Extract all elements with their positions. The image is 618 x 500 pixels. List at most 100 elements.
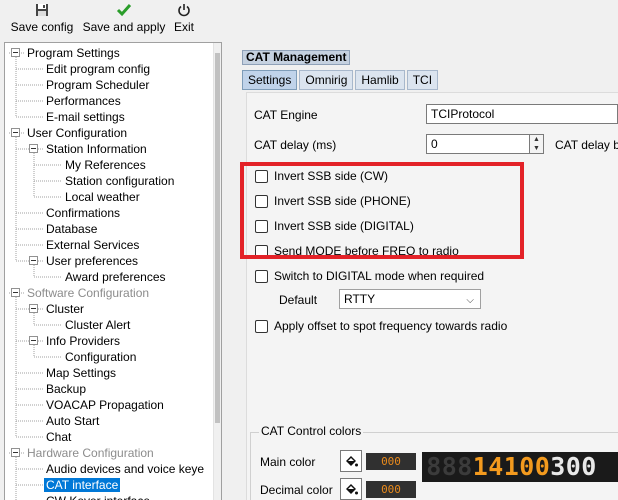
apply-offset-checkbox[interactable]: Apply offset to spot frequency towards r…	[255, 318, 507, 334]
decimal-color-label: Decimal color	[260, 483, 333, 497]
toolbar: Save config Save and apply Exit	[0, 0, 618, 38]
tree-item-label: Software Configuration	[27, 286, 150, 300]
tree-item[interactable]: CW Keyer interface	[46, 493, 150, 500]
tree-item[interactable]: Chat	[46, 429, 71, 445]
tree-item[interactable]: Map Settings	[46, 365, 116, 381]
tree-item[interactable]: Cluster Alert	[65, 317, 130, 333]
collapse-toggle-icon[interactable]	[29, 304, 38, 313]
tree-scrollbar[interactable]	[213, 43, 221, 500]
tree-item-label: Configuration	[65, 350, 137, 364]
collapse-toggle-icon[interactable]	[29, 336, 38, 345]
tree-item-label: Local weather	[65, 190, 140, 204]
switch-to-digital-checkbox[interactable]: Switch to DIGITAL mode when required	[255, 268, 484, 284]
main-color-picker-button[interactable]	[340, 450, 362, 472]
tree-item-label: CAT interface	[44, 478, 121, 492]
cat-delay-field[interactable]: 0	[426, 134, 530, 154]
tree-item[interactable]: Database	[46, 221, 97, 237]
save-and-apply-button[interactable]: Save and apply	[82, 2, 166, 36]
group-title: CAT Control colors	[259, 424, 364, 438]
cat-delay-b-label: CAT delay b	[555, 138, 618, 152]
tree-item[interactable]: Backup	[46, 381, 86, 397]
tree-item[interactable]: CAT interface	[44, 477, 121, 493]
display-digit: 1	[503, 452, 519, 481]
tree-item-label: Cluster	[46, 302, 85, 316]
display-digit: 1	[472, 452, 488, 481]
decimal-color-picker-button[interactable]	[340, 478, 362, 500]
collapse-toggle-icon[interactable]	[29, 144, 38, 153]
tree-item[interactable]: Info Providers	[46, 333, 120, 349]
tree-item[interactable]: VOACAP Propagation	[46, 397, 164, 413]
checkbox-box[interactable]	[255, 269, 268, 283]
cat-engine-field[interactable]: TCIProtocol	[426, 104, 618, 124]
tree-item-label: External Services	[46, 238, 140, 252]
cat-delay-spinner[interactable]: ▲ ▼	[530, 134, 544, 154]
tree-item[interactable]: Software Configuration	[27, 285, 149, 301]
tab-bar: Settings Omnirig Hamlib TCI	[242, 70, 440, 90]
tree-item[interactable]: Station Information	[46, 141, 147, 157]
exit-label: Exit	[173, 20, 194, 34]
collapse-toggle-icon[interactable]	[29, 256, 38, 265]
tree-item-label: Station configuration	[65, 174, 175, 188]
display-digit: 3	[550, 452, 566, 481]
tree-item-label: Performances	[46, 94, 121, 108]
tree-item[interactable]: Performances	[46, 93, 121, 109]
collapse-toggle-icon[interactable]	[11, 48, 20, 57]
display-digit: 4	[488, 452, 504, 481]
default-mode-select[interactable]: RTTY ⌵	[339, 289, 481, 309]
tree-item[interactable]: External Services	[46, 237, 139, 253]
tree-item-label: Station Information	[46, 142, 147, 156]
display-digit: 0	[534, 452, 550, 481]
checkbox-box[interactable]	[255, 319, 268, 333]
tree-item[interactable]: Station configuration	[65, 173, 174, 189]
tree-item-label: E-mail settings	[46, 110, 125, 124]
tab-hamlib[interactable]: Hamlib	[355, 70, 405, 90]
tree-item[interactable]: Award preferences	[65, 269, 166, 285]
tree-item-label: Confirmations	[46, 206, 121, 220]
tree-item-label: Award preferences	[65, 270, 166, 284]
tree-item-label: Backup	[46, 382, 87, 396]
tree-item[interactable]: Hardware Configuration	[27, 445, 154, 461]
chevron-down-icon: ⌵	[466, 295, 474, 306]
frequency-preview-display: 88814100300	[422, 452, 618, 482]
tab-omnirig[interactable]: Omnirig	[299, 70, 354, 90]
paint-bucket-icon	[346, 484, 358, 495]
tab-tci[interactable]: TCI	[406, 70, 439, 90]
tree-item[interactable]: My References	[65, 157, 146, 173]
tree-item-label: User preferences	[46, 254, 139, 268]
checkbox-label: Switch to DIGITAL mode when required	[274, 269, 485, 283]
tree-item[interactable]: Confirmations	[46, 205, 120, 221]
tree-item[interactable]: User preferences	[46, 253, 138, 269]
display-digit: 8	[457, 452, 473, 481]
tree-scrollbar-thumb[interactable]	[215, 53, 220, 423]
cat-engine-label: CAT Engine	[254, 108, 318, 122]
checkbox-label: Apply offset to spot frequency towards r…	[274, 319, 508, 333]
display-digit: 0	[565, 452, 581, 481]
collapse-toggle-icon[interactable]	[11, 288, 20, 297]
highlight-annotation-box	[240, 162, 524, 259]
tree-item-label: Auto Start	[46, 414, 100, 428]
tree-item[interactable]: Audio devices and voice keye	[46, 461, 204, 477]
tree-item[interactable]: Configuration	[65, 349, 136, 365]
tree-item-label: Database	[46, 222, 98, 236]
tree-item[interactable]: User Configuration	[27, 125, 127, 141]
spin-up-icon[interactable]: ▲	[530, 135, 543, 144]
tree-item[interactable]: Program Scheduler	[46, 77, 149, 93]
main-color-value: 000	[366, 453, 416, 470]
exit-button[interactable]: Exit	[172, 2, 196, 36]
display-digit: 0	[519, 452, 535, 481]
save-and-apply-label: Save and apply	[82, 20, 166, 34]
tree-item[interactable]: Program Settings	[27, 45, 120, 61]
spin-down-icon[interactable]: ▼	[530, 144, 543, 153]
tab-settings[interactable]: Settings	[242, 70, 298, 90]
save-config-button[interactable]: Save config	[10, 2, 74, 36]
collapse-toggle-icon[interactable]	[11, 448, 20, 457]
tree-item[interactable]: Edit program config	[46, 61, 150, 77]
tree-item-label: Cluster Alert	[65, 318, 131, 332]
tree-item[interactable]: Auto Start	[46, 413, 99, 429]
collapse-toggle-icon[interactable]	[11, 128, 20, 137]
tree-item[interactable]: Cluster	[46, 301, 84, 317]
tree-item[interactable]: E-mail settings	[46, 109, 125, 125]
tree-item-label: Audio devices and voice keye	[46, 462, 205, 476]
settings-tree[interactable]: Program Settings Edit program config Progr…	[4, 42, 222, 500]
tree-item[interactable]: Local weather	[65, 189, 140, 205]
